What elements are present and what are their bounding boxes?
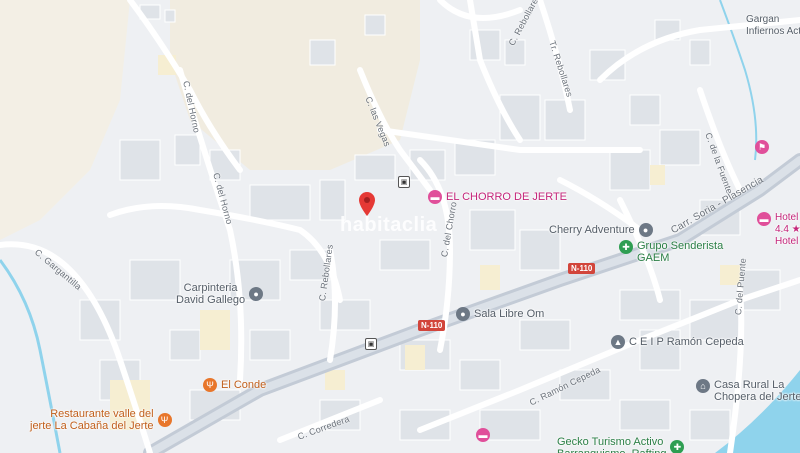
poi-label: Casa Rural La Chopera del Jerte (714, 379, 800, 403)
poi-label: Gecko Turismo Activo Barranquismo, Rafti… (557, 436, 666, 453)
house-icon: ⌂ (696, 379, 710, 393)
poi-casa-rural-la-chopera[interactable]: ⌂ Casa Rural La Chopera del Jerte (696, 379, 800, 403)
activity-icon: ✚ (670, 440, 685, 453)
poi-garganta-infiernos[interactable]: Gargan Infiernos Activ (746, 14, 800, 38)
poi-grupo-senderista-gaem[interactable]: ✚ Grupo Senderista GAEM (619, 240, 723, 264)
poi-el-chorro-de-jerte[interactable]: ▬ EL CHORRO DE JERTE (428, 190, 567, 204)
poi-el-conde[interactable]: Ψ El Conde (203, 378, 266, 392)
poi-ceip-ramon-cepeda[interactable]: ▲ C E I P Ramón Cepeda (611, 335, 744, 349)
poi-label: Cherry Adventure (549, 224, 635, 236)
hotel-icon: ▬ (476, 428, 490, 442)
bus-stop-icon[interactable]: ▣ (398, 176, 410, 188)
map-view[interactable]: habitaclia ▣ ▣ N-110 N-110 C. del Horno … (0, 0, 800, 453)
poi-label: Sala Libre Om (474, 308, 545, 320)
poi-carpinteria-david-gallego[interactable]: ● Carpinteria David Gallego (176, 282, 264, 306)
poi-label: Gargan Infiernos Activ (746, 14, 800, 37)
bus-stop-icon[interactable]: ▣ (365, 338, 377, 350)
watermark-text: habitaclia (340, 214, 438, 236)
poi-label: Hotel V 4.4 ★ Hotel de (775, 212, 800, 247)
hotel-marker[interactable]: ⚑ (755, 140, 769, 154)
poi-restaurante-valle-del-jerte[interactable]: Ψ Restaurante valle del jerte La Cabaña … (30, 408, 172, 432)
restaurant-icon: Ψ (203, 378, 217, 392)
pin-icon (359, 192, 375, 216)
road-shield: N-110 (568, 263, 596, 274)
poi-label: EL CHORRO DE JERTE (446, 191, 568, 203)
venue-icon: ● (456, 307, 470, 321)
road-shield: N-110 (418, 320, 446, 331)
poi-label: Restaurante valle del jerte La Cabaña de… (30, 408, 154, 432)
school-icon: ▲ (611, 335, 625, 349)
shop-icon: ● (249, 287, 264, 301)
poi-cherry-adventure[interactable]: ● Cherry Adventure (549, 223, 653, 237)
location-pin-icon[interactable] (359, 192, 375, 221)
open-land (0, 0, 130, 240)
poi-hotel[interactable]: ▬ Hotel V 4.4 ★ Hotel de (757, 212, 800, 248)
hotel-icon: ▬ (757, 212, 771, 226)
hotel-icon: ⚑ (755, 140, 769, 154)
poi-label: Carpinteria David Gallego (176, 282, 246, 306)
poi-gecko-turismo-activo[interactable]: ✚ Gecko Turismo Activo Barranquismo, Raf… (557, 436, 685, 453)
shop-icon: ● (638, 223, 653, 237)
restaurant-icon: Ψ (157, 413, 172, 427)
poi-label: Grupo Senderista GAEM (637, 240, 724, 264)
poi-label: C E I P Ramón Cepeda (629, 336, 744, 348)
hotel-marker[interactable]: ▬ (476, 428, 490, 442)
poi-sala-libre-om[interactable]: ● Sala Libre Om (456, 307, 544, 321)
poi-label: El Conde (221, 379, 267, 391)
hiking-icon: ✚ (619, 240, 633, 254)
hotel-icon: ▬ (428, 190, 442, 204)
